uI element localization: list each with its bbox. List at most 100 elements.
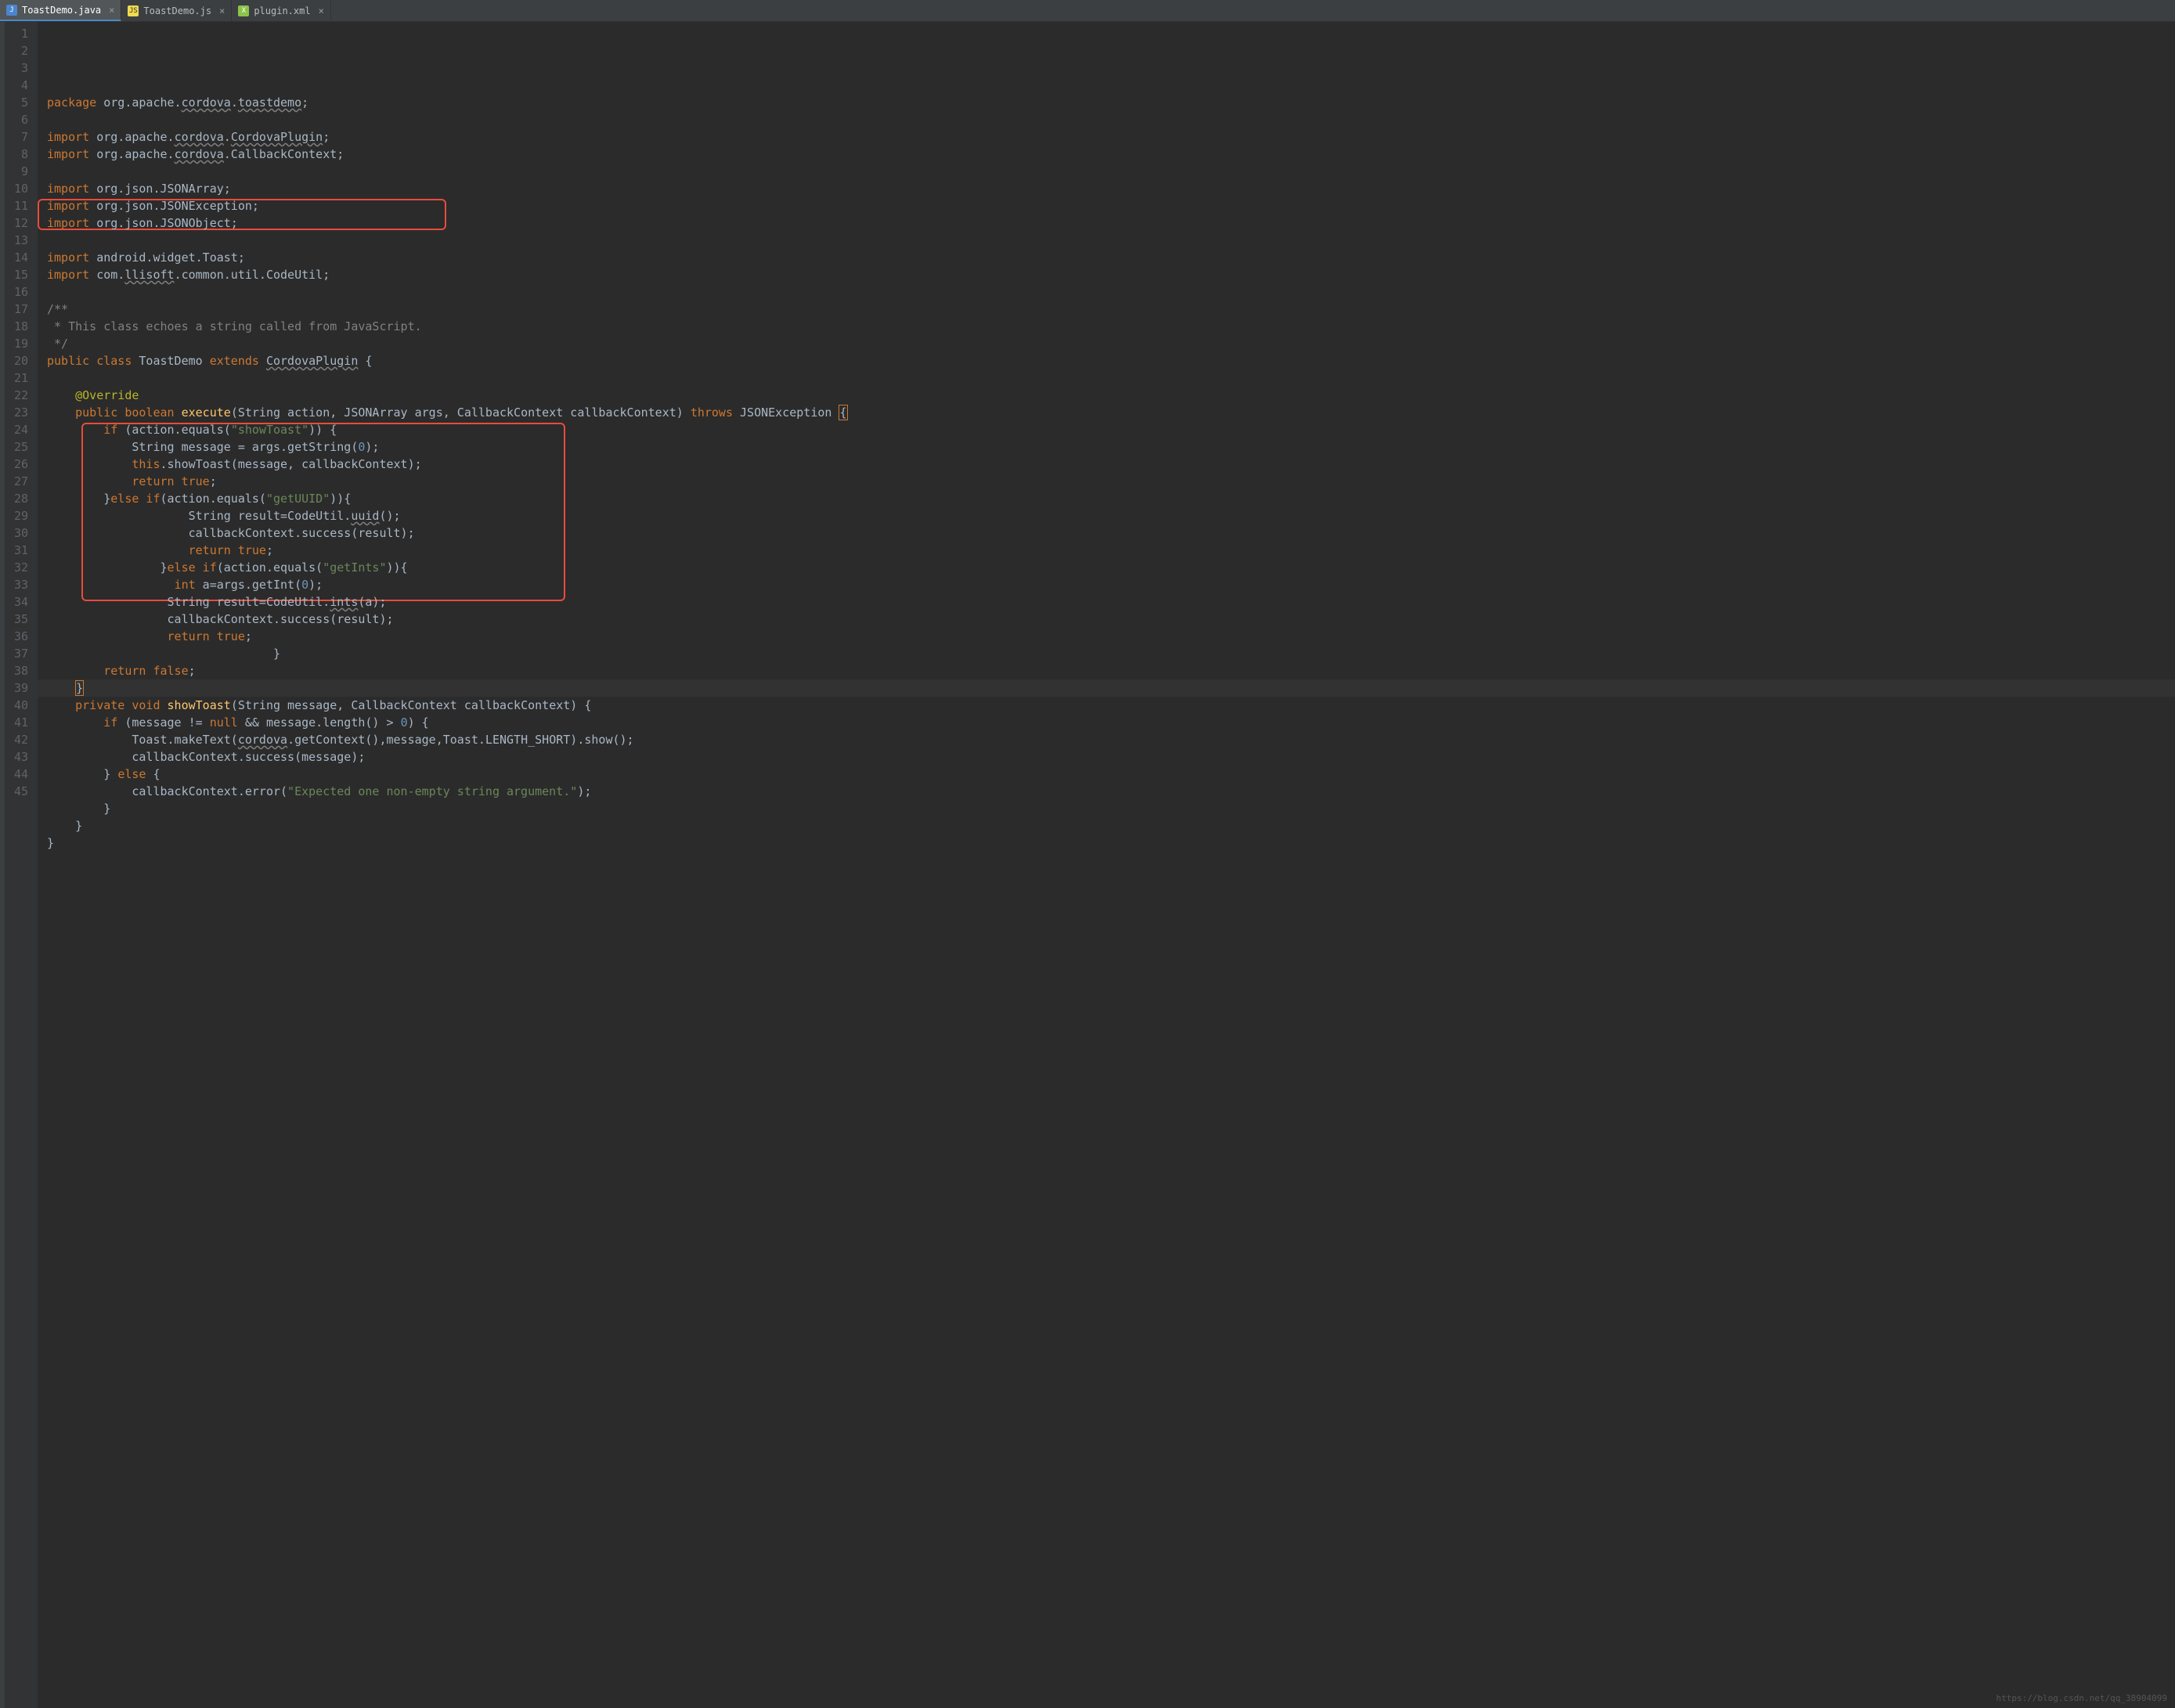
- line-number: 37: [11, 645, 28, 662]
- line-number: 10: [11, 180, 28, 197]
- line-number: 28: [11, 490, 28, 507]
- code-content[interactable]: package org.apache.cordova.toastdemo; imp…: [38, 22, 2175, 1708]
- code-line[interactable]: this.showToast(message, callbackContext)…: [38, 456, 2175, 473]
- line-number: 42: [11, 731, 28, 748]
- code-line[interactable]: [38, 232, 2175, 249]
- code-line[interactable]: }: [38, 645, 2175, 662]
- code-line[interactable]: if (message != null && message.length() …: [38, 714, 2175, 731]
- code-line[interactable]: return true;: [38, 628, 2175, 645]
- line-number: 29: [11, 507, 28, 524]
- close-icon[interactable]: ×: [109, 5, 114, 16]
- line-number: 30: [11, 524, 28, 542]
- code-line[interactable]: public class ToastDemo extends CordovaPl…: [38, 352, 2175, 369]
- code-line[interactable]: return true;: [38, 542, 2175, 559]
- line-number: 17: [11, 301, 28, 318]
- code-line[interactable]: /**: [38, 301, 2175, 318]
- line-number: 1: [11, 25, 28, 42]
- code-line[interactable]: * This class echoes a string called from…: [38, 318, 2175, 335]
- code-line[interactable]: }else if(action.equals("getUUID")){: [38, 490, 2175, 507]
- tab-bar: J ToastDemo.java × JS ToastDemo.js × X p…: [0, 0, 2175, 22]
- line-number: 44: [11, 766, 28, 783]
- code-line[interactable]: import org.apache.cordova.CallbackContex…: [38, 146, 2175, 163]
- code-line[interactable]: import org.json.JSONArray;: [38, 180, 2175, 197]
- code-line[interactable]: [38, 852, 2175, 869]
- code-line[interactable]: @Override: [38, 387, 2175, 404]
- line-number: 24: [11, 421, 28, 438]
- line-number: 14: [11, 249, 28, 266]
- line-number: 38: [11, 662, 28, 679]
- close-icon[interactable]: ×: [219, 5, 225, 16]
- tab-toastdemo-js[interactable]: JS ToastDemo.js ×: [121, 0, 232, 21]
- line-number: 34: [11, 593, 28, 611]
- code-line[interactable]: int a=args.getInt(0);: [38, 576, 2175, 593]
- code-line[interactable]: return true;: [38, 473, 2175, 490]
- line-number: 31: [11, 542, 28, 559]
- line-number: 21: [11, 369, 28, 387]
- code-line[interactable]: }: [38, 834, 2175, 852]
- code-line[interactable]: */: [38, 335, 2175, 352]
- line-number: 12: [11, 214, 28, 232]
- code-line[interactable]: } else {: [38, 766, 2175, 783]
- close-icon[interactable]: ×: [319, 5, 324, 16]
- code-line[interactable]: return false;: [38, 662, 2175, 679]
- tab-toastdemo-java[interactable]: J ToastDemo.java ×: [0, 0, 121, 21]
- code-line[interactable]: }: [38, 817, 2175, 834]
- code-line[interactable]: callbackContext.success(result);: [38, 524, 2175, 542]
- line-number: 39: [11, 679, 28, 697]
- code-line[interactable]: String result=CodeUtil.uuid();: [38, 507, 2175, 524]
- code-line[interactable]: callbackContext.success(result);: [38, 611, 2175, 628]
- line-number: 11: [11, 197, 28, 214]
- code-line[interactable]: [38, 369, 2175, 387]
- code-line[interactable]: import android.widget.Toast;: [38, 249, 2175, 266]
- line-number: 9: [11, 163, 28, 180]
- line-number: 13: [11, 232, 28, 249]
- line-number: 2: [11, 42, 28, 59]
- line-number: 4: [11, 77, 28, 94]
- editor-area[interactable]: 1234567891011121314151617181920212223242…: [0, 22, 2175, 1708]
- code-line[interactable]: String message = args.getString(0);: [38, 438, 2175, 456]
- code-line[interactable]: private void showToast(String message, C…: [38, 697, 2175, 714]
- line-number: 45: [11, 783, 28, 800]
- line-number: 20: [11, 352, 28, 369]
- code-line[interactable]: callbackContext.success(message);: [38, 748, 2175, 766]
- line-number: 27: [11, 473, 28, 490]
- code-line[interactable]: }: [38, 679, 2175, 697]
- code-line[interactable]: import org.json.JSONObject;: [38, 214, 2175, 232]
- line-number: 35: [11, 611, 28, 628]
- tab-label: ToastDemo.js: [143, 5, 211, 16]
- line-number: 33: [11, 576, 28, 593]
- line-number: 26: [11, 456, 28, 473]
- line-number: 43: [11, 748, 28, 766]
- line-number: 7: [11, 128, 28, 146]
- line-number: 41: [11, 714, 28, 731]
- code-line[interactable]: Toast.makeText(cordova.getContext(),mess…: [38, 731, 2175, 748]
- line-number: 22: [11, 387, 28, 404]
- line-number: 15: [11, 266, 28, 283]
- code-line[interactable]: }: [38, 800, 2175, 817]
- line-number: 40: [11, 697, 28, 714]
- code-line[interactable]: [38, 111, 2175, 128]
- java-file-icon: J: [6, 5, 17, 16]
- code-line[interactable]: [38, 283, 2175, 301]
- code-line[interactable]: import org.apache.cordova.CordovaPlugin;: [38, 128, 2175, 146]
- line-number: 36: [11, 628, 28, 645]
- tab-label: ToastDemo.java: [22, 5, 101, 16]
- tab-label: plugin.xml: [254, 5, 310, 16]
- code-line[interactable]: if (action.equals("showToast")) {: [38, 421, 2175, 438]
- code-line[interactable]: public boolean execute(String action, JS…: [38, 404, 2175, 421]
- code-line[interactable]: package org.apache.cordova.toastdemo;: [38, 94, 2175, 111]
- line-number: 8: [11, 146, 28, 163]
- line-number: 6: [11, 111, 28, 128]
- ide-window: J ToastDemo.java × JS ToastDemo.js × X p…: [0, 0, 2175, 1708]
- code-line[interactable]: String result=CodeUtil.ints(a);: [38, 593, 2175, 611]
- code-line[interactable]: import org.json.JSONException;: [38, 197, 2175, 214]
- code-line[interactable]: [38, 163, 2175, 180]
- line-number-gutter: 1234567891011121314151617181920212223242…: [5, 22, 38, 1708]
- line-number: 19: [11, 335, 28, 352]
- code-line[interactable]: }else if(action.equals("getInts")){: [38, 559, 2175, 576]
- tab-plugin-xml[interactable]: X plugin.xml ×: [232, 0, 330, 21]
- line-number: 5: [11, 94, 28, 111]
- code-line[interactable]: callbackContext.error("Expected one non-…: [38, 783, 2175, 800]
- js-file-icon: JS: [128, 5, 139, 16]
- code-line[interactable]: import com.llisoft.common.util.CodeUtil;: [38, 266, 2175, 283]
